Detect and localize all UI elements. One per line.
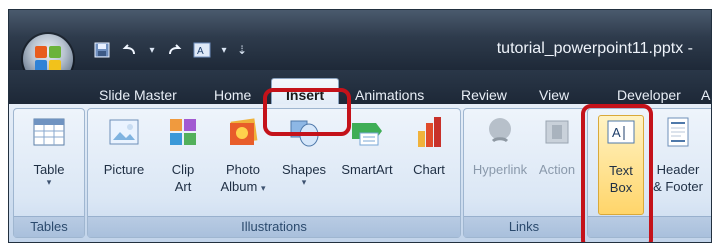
tab-view[interactable]: View — [539, 87, 569, 103]
redo-icon[interactable] — [163, 40, 185, 60]
powerpoint-window: ▾ A ▾ ⇣ tutorial_powerpoint11.pptx - Sli… — [8, 9, 712, 243]
hyperlink-icon — [483, 115, 517, 149]
undo-icon[interactable] — [119, 40, 141, 60]
tab-add-ins[interactable]: A — [701, 87, 710, 103]
picture-icon — [107, 115, 141, 149]
window-title: tutorial_powerpoint11.pptx - — [496, 40, 693, 57]
group-label-illustrations: Illustrations — [88, 216, 460, 237]
group-tables: Table ▾ Tables — [13, 108, 85, 238]
picture-button-label: Picture — [103, 162, 145, 177]
text-box-highlight — [581, 104, 653, 242]
tab-animations[interactable]: Animations — [355, 87, 424, 103]
action-button-label: Action — [538, 162, 576, 177]
action-button[interactable]: Action — [534, 115, 580, 178]
hyperlink-button[interactable]: Hyperlink — [468, 115, 532, 178]
group-label-tables: Tables — [14, 216, 84, 237]
header-footer-label-line2: & Footer — [653, 179, 703, 194]
clip-art-label-line1: Clip — [171, 162, 195, 177]
chevron-down-icon[interactable]: ▾ — [219, 40, 229, 60]
hyperlink-button-label: Hyperlink — [472, 162, 528, 177]
shapes-button-label: Shapes — [281, 162, 327, 177]
screenshot-frame: ▾ A ▾ ⇣ tutorial_powerpoint11.pptx - Sli… — [0, 0, 718, 251]
office-logo-icon — [35, 46, 61, 72]
photo-album-label-line2: Album ▾ — [220, 179, 266, 194]
picture-button[interactable]: Picture — [96, 115, 152, 178]
text-icon[interactable]: A — [191, 40, 213, 60]
chevron-down-icon: ▾ — [301, 178, 307, 188]
header-footer-label-line1: Header — [656, 162, 700, 177]
tab-home[interactable]: Home — [214, 87, 251, 103]
ribbon-tabs: Slide Master Home Insert Animations Revi… — [9, 70, 711, 113]
clip-art-icon — [166, 115, 200, 149]
qat-customize-icon[interactable]: ⇣ — [235, 40, 249, 60]
save-icon[interactable] — [91, 40, 113, 60]
group-links: Hyperlink Action Links — [463, 108, 585, 238]
chevron-down-icon[interactable]: ▾ — [147, 40, 157, 60]
table-button[interactable]: Table ▾ — [28, 115, 70, 188]
chevron-down-icon: ▾ — [46, 178, 52, 188]
header-footer-icon — [661, 115, 695, 149]
clip-art-button[interactable]: Clip Art — [158, 115, 208, 195]
tab-developer[interactable]: Developer — [617, 87, 681, 103]
clip-art-label-line2: Art — [174, 179, 192, 194]
table-button-label: Table — [33, 162, 65, 177]
quick-access-toolbar: ▾ A ▾ ⇣ — [91, 38, 249, 62]
tab-slide-master[interactable]: Slide Master — [99, 87, 177, 103]
title-bar: ▾ A ▾ ⇣ tutorial_powerpoint11.pptx - — [9, 10, 711, 84]
table-icon — [32, 115, 66, 149]
header-footer-button[interactable]: Header & Footer — [650, 115, 706, 195]
chart-icon — [412, 115, 446, 149]
group-label-links: Links — [464, 216, 584, 237]
chevron-down-icon: ▾ — [260, 183, 266, 193]
action-icon — [540, 115, 574, 149]
chart-button[interactable]: Chart — [404, 115, 454, 178]
chart-button-label: Chart — [413, 162, 445, 177]
smartart-icon — [350, 115, 384, 149]
photo-album-icon — [226, 115, 260, 149]
smartart-button-label: SmartArt — [341, 162, 393, 177]
insert-tab-highlight — [263, 88, 351, 136]
svg-text:A: A — [197, 46, 204, 57]
photo-album-label-line1: Photo — [226, 162, 260, 177]
tab-review[interactable]: Review — [461, 87, 507, 103]
